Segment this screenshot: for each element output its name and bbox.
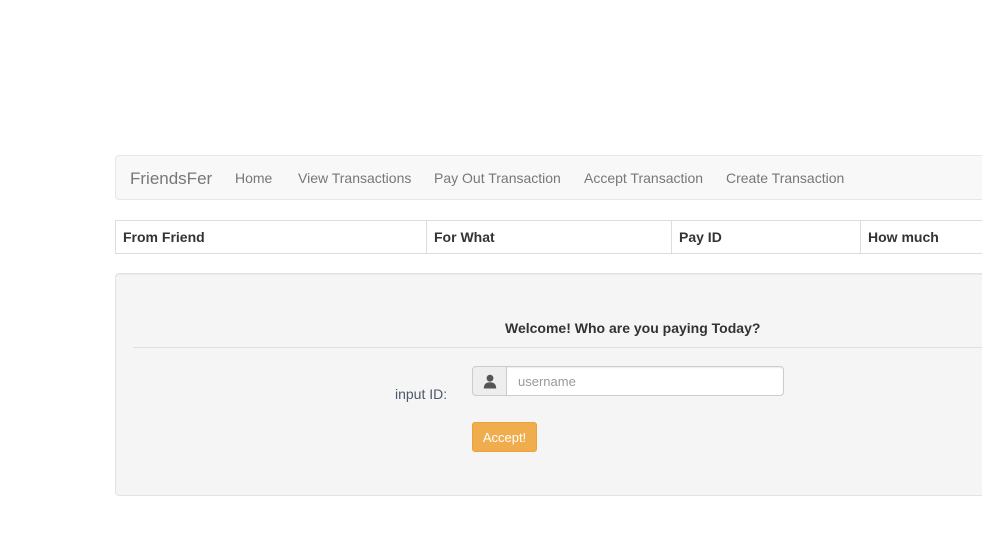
nav-accept-transaction[interactable]: Accept Transaction — [584, 170, 703, 186]
column-header-how-much: How much — [860, 220, 982, 254]
divider — [133, 347, 982, 348]
transactions-table: From Friend For What Pay ID How much — [115, 220, 982, 254]
navbar: FriendsFer Home View Transactions Pay Ou… — [115, 155, 982, 200]
username-input[interactable] — [506, 366, 784, 396]
input-id-label: input ID: — [395, 386, 448, 402]
column-header-from-friend: From Friend — [115, 220, 427, 254]
nav-create-transaction[interactable]: Create Transaction — [726, 170, 844, 186]
welcome-heading: Welcome! Who are you paying Today? — [505, 320, 761, 336]
user-icon — [472, 366, 507, 396]
table-header-row: From Friend For What Pay ID How much — [115, 220, 982, 254]
payment-panel: Welcome! Who are you paying Today? input… — [115, 273, 982, 496]
nav-home[interactable]: Home — [235, 170, 272, 186]
nav-pay-out-transaction[interactable]: Pay Out Transaction — [434, 170, 561, 186]
column-header-for-what: For What — [426, 220, 672, 254]
nav-view-transactions[interactable]: View Transactions — [298, 170, 411, 186]
accept-button[interactable]: Accept! — [472, 422, 537, 452]
column-header-pay-id: Pay ID — [671, 220, 861, 254]
brand-link[interactable]: FriendsFer — [130, 169, 212, 189]
